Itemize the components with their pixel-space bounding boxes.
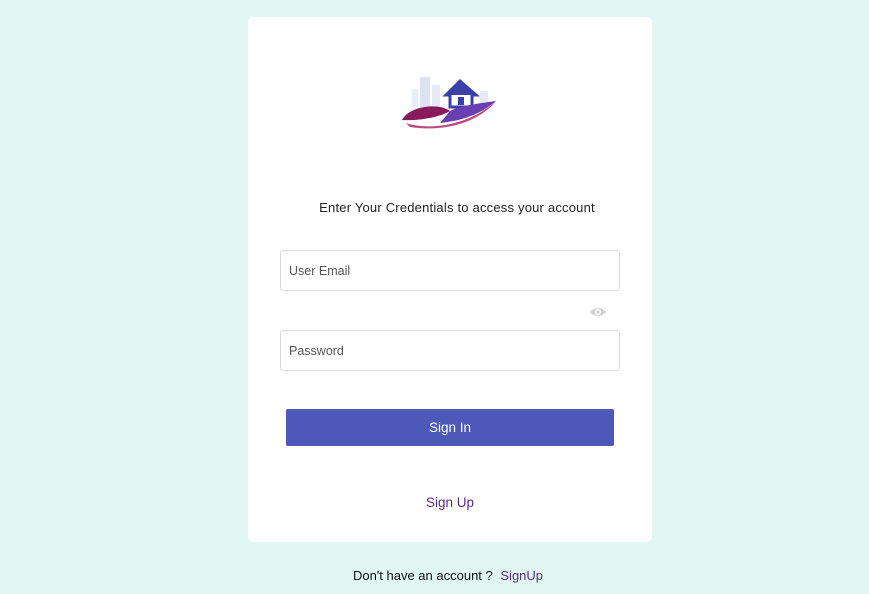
login-card: Enter Your Credentials to access your ac…	[248, 17, 652, 542]
footer: Don't have an account ? SignUp	[0, 568, 869, 583]
page-subtitle: Enter Your Credentials to access your ac…	[319, 200, 595, 215]
sign-in-button[interactable]: Sign In	[286, 409, 614, 446]
footer-prompt: Don't have an account ?	[352, 568, 493, 583]
sign-up-link[interactable]: Sign Up	[248, 495, 652, 510]
email-input[interactable]	[281, 251, 619, 290]
email-field-wrapper	[280, 250, 620, 291]
footer-signup-link[interactable]: SignUp	[500, 568, 543, 583]
password-input[interactable]	[281, 331, 619, 370]
eye-icon[interactable]	[589, 305, 607, 319]
password-field-wrapper	[280, 330, 620, 371]
house-hands-logo-icon	[402, 77, 496, 129]
